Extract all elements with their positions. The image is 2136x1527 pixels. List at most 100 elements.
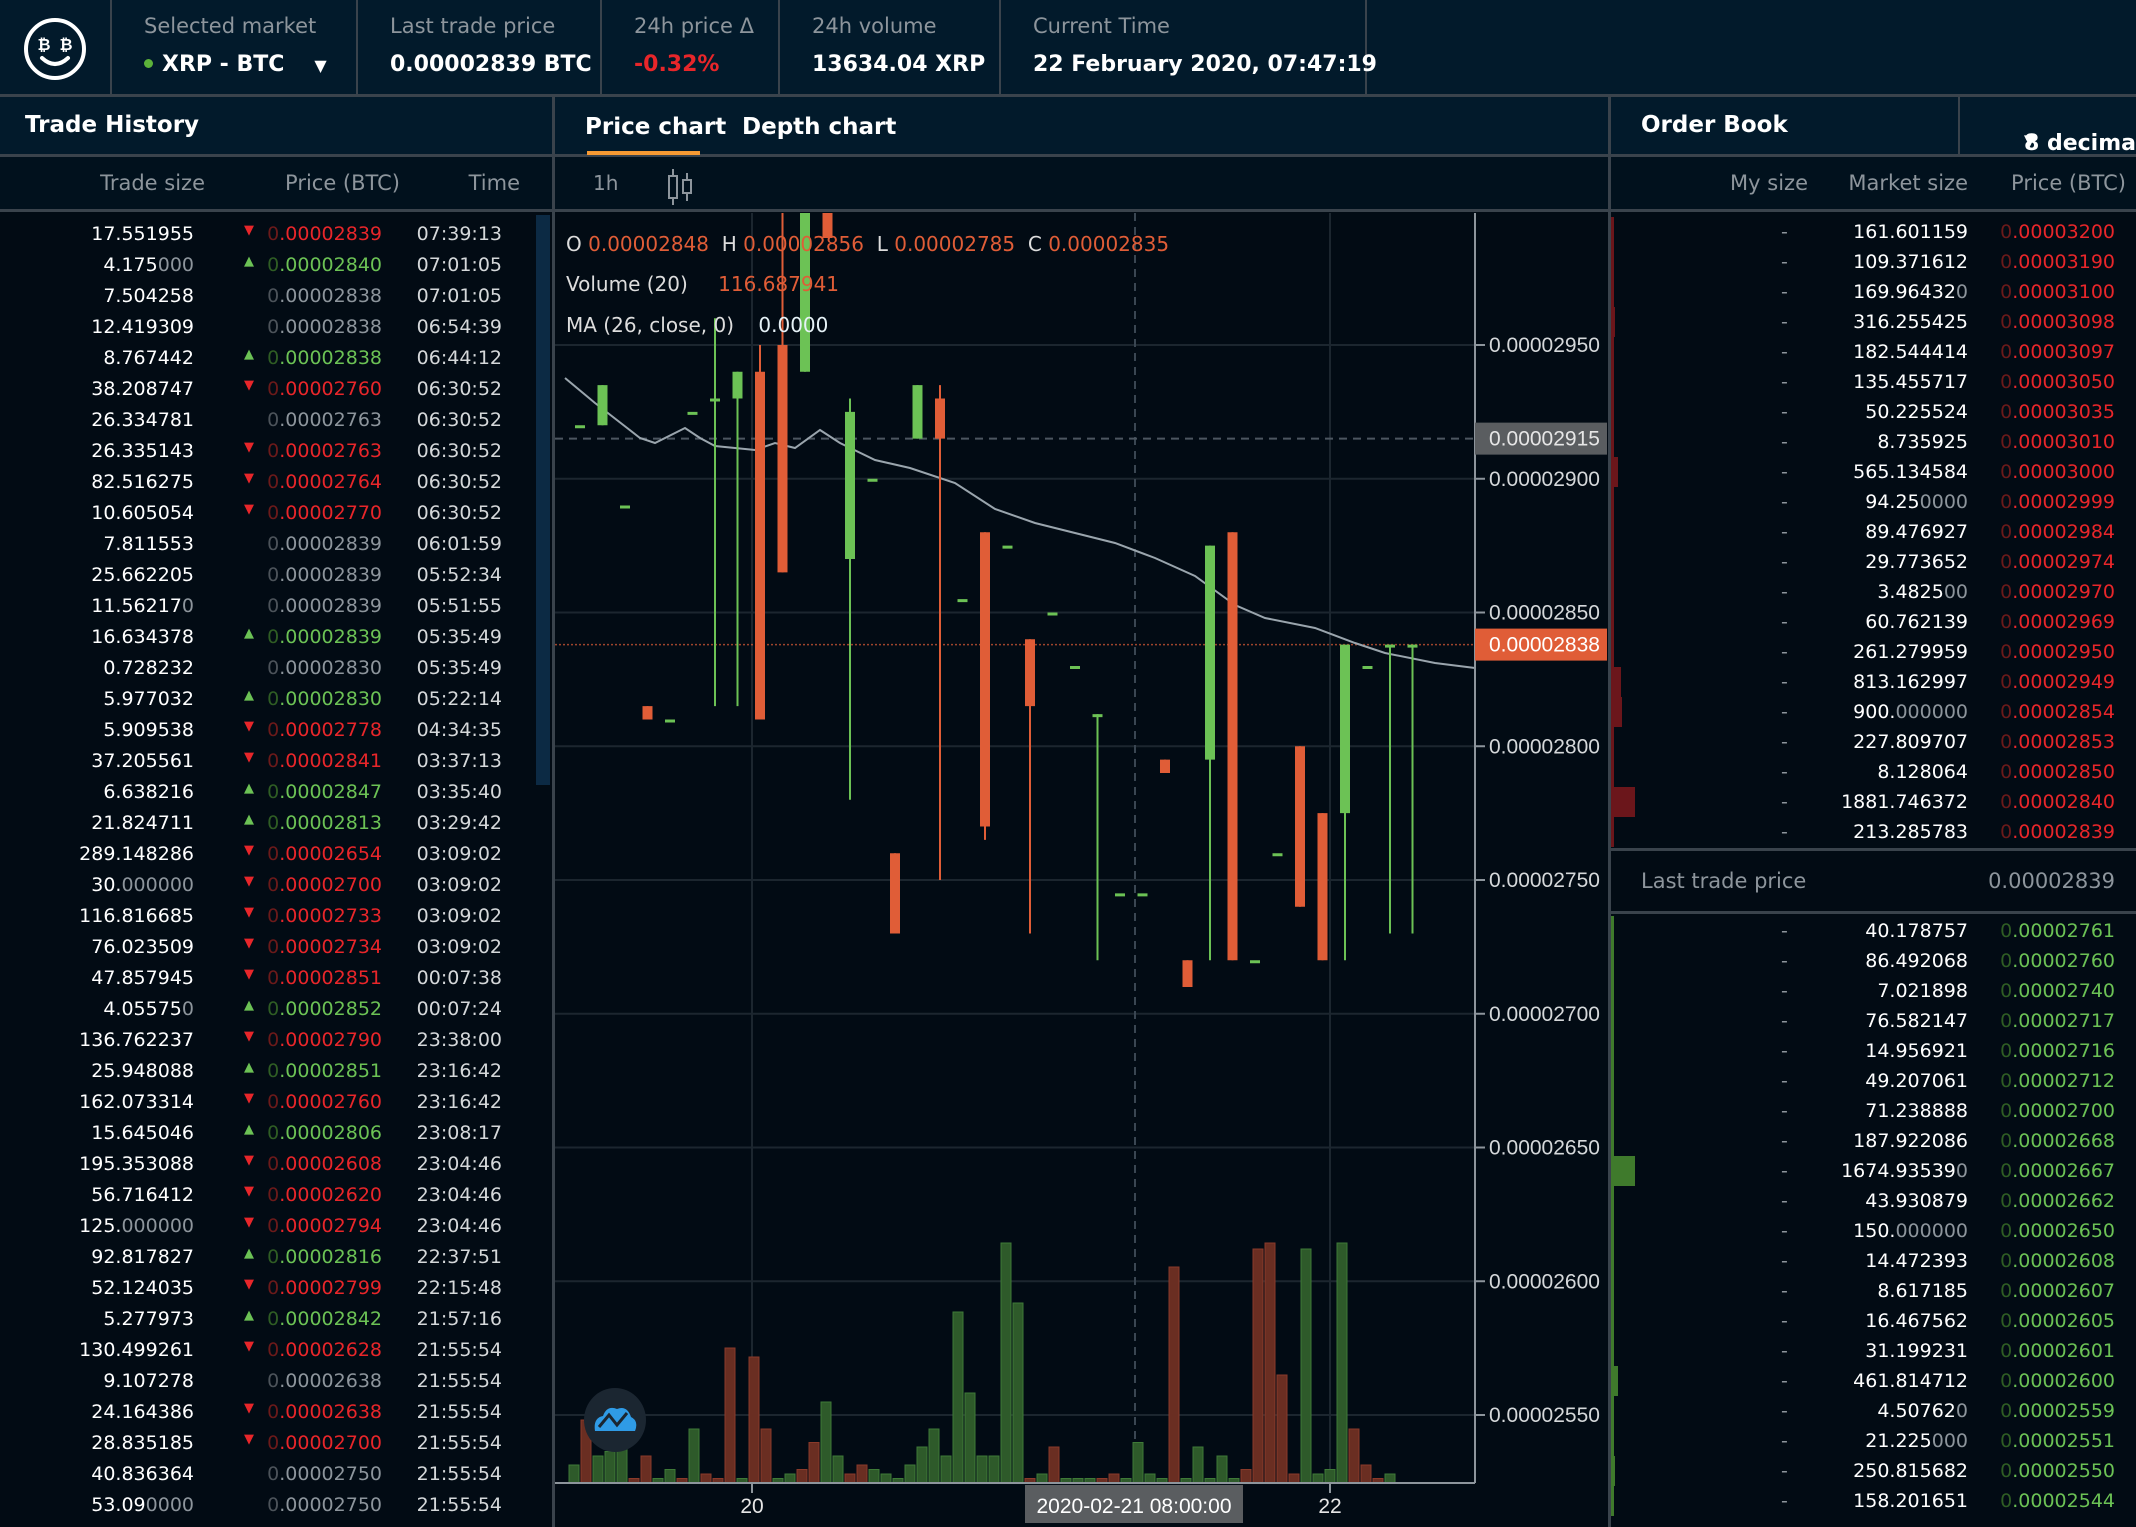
tab-depth-chart[interactable]: Depth chart <box>742 114 896 140</box>
ask-row[interactable]: - 565.134584 0.00003000 <box>1611 457 2136 487</box>
ask-row[interactable]: - 813.162997 0.00002949 <box>1611 667 2136 697</box>
trade-row[interactable]: 6.638216 ▲ 0.00002847 03:35:40 <box>0 777 552 808</box>
trade-row[interactable]: 162.073314 ▼ 0.00002760 23:16:42 <box>0 1087 552 1118</box>
bid-row[interactable]: - 31.199231 0.00002601 <box>1611 1336 2136 1366</box>
trade-row[interactable]: 136.762237 ▼ 0.00002790 23:38:00 <box>0 1025 552 1056</box>
bid-row[interactable]: -1674.935390 0.00002667 <box>1611 1156 2136 1186</box>
trade-row[interactable]: 5.277973 ▲ 0.00002842 21:57:16 <box>0 1304 552 1335</box>
trade-history-scrollbar[interactable] <box>536 215 550 785</box>
logo[interactable]: ₿ ₿ <box>0 0 112 97</box>
ask-row[interactable]: - 109.371612 0.00003190 <box>1611 247 2136 277</box>
trade-row[interactable]: 24.164386 ▼ 0.00002638 21:55:54 <box>0 1397 552 1428</box>
trade-row[interactable]: 26.334781 0.00002763 06:30:52 <box>0 405 552 436</box>
ask-row[interactable]: - 213.285783 0.00002839 <box>1611 817 2136 847</box>
bid-row[interactable]: - 14.472393 0.00002608 <box>1611 1246 2136 1276</box>
trade-row[interactable]: 12.419309 0.00002838 06:54:39 <box>0 312 552 343</box>
trade-row[interactable]: 92.817827 ▲ 0.00002816 22:37:51 <box>0 1242 552 1273</box>
bid-row[interactable]: - 14.956921 0.00002716 <box>1611 1036 2136 1066</box>
trade-row[interactable]: 0.728232 0.00002830 05:35:49 <box>0 653 552 684</box>
trade-row[interactable]: 38.208747 ▼ 0.00002760 06:30:52 <box>0 374 552 405</box>
bid-row[interactable]: - 21.225000 0.00002551 <box>1611 1426 2136 1456</box>
chevron-down-icon[interactable]: ▼ <box>314 56 326 75</box>
trade-row[interactable]: 4.055750 ▲ 0.00002852 00:07:24 <box>0 994 552 1025</box>
bid-row[interactable]: - 71.238888 0.00002700 <box>1611 1096 2136 1126</box>
ask-row[interactable]: - 161.601159 0.00003200 <box>1611 217 2136 247</box>
bid-row[interactable]: - 187.922086 0.00002668 <box>1611 1126 2136 1156</box>
ask-row[interactable]: - 94.250000 0.00002999 <box>1611 487 2136 517</box>
selected-market-selector[interactable]: Selected market XRP - BTC ▼ <box>112 0 358 97</box>
col-time[interactable]: Time <box>469 171 520 195</box>
trade-row[interactable]: 37.205561 ▼ 0.00002841 03:37:13 <box>0 746 552 777</box>
bid-row[interactable]: - 16.467562 0.00002605 <box>1611 1306 2136 1336</box>
trade-row[interactable]: 76.023509 ▼ 0.00002734 03:09:02 <box>0 932 552 963</box>
bid-row[interactable]: - 250.815682 0.00002550 <box>1611 1456 2136 1486</box>
trade-row[interactable]: 7.811553 0.00002839 06:01:59 <box>0 529 552 560</box>
trade-row[interactable]: 5.909538 ▼ 0.00002778 04:34:35 <box>0 715 552 746</box>
bid-row[interactable]: - 40.178757 0.00002761 <box>1611 916 2136 946</box>
ask-row[interactable]: - 29.773652 0.00002974 <box>1611 547 2136 577</box>
col-market-size[interactable]: Market size <box>1848 171 1968 195</box>
trade-row[interactable]: 289.148286 ▼ 0.00002654 03:09:02 <box>0 839 552 870</box>
ask-row[interactable]: - 316.255425 0.00003098 <box>1611 307 2136 337</box>
trade-row[interactable]: 7.504258 0.00002838 07:01:05 <box>0 281 552 312</box>
trade-row[interactable]: 8.767442 ▲ 0.00002838 06:44:12 <box>0 343 552 374</box>
trade-row[interactable]: 9.107278 0.00002638 21:55:54 <box>0 1366 552 1397</box>
trade-row[interactable]: 11.562170 0.00002839 05:51:55 <box>0 591 552 622</box>
trade-row[interactable]: 53.090000 0.00002750 21:55:54 <box>0 1490 552 1521</box>
trade-row[interactable]: 25.662205 0.00002839 05:52:34 <box>0 560 552 591</box>
bid-row[interactable]: - 49.207061 0.00002712 <box>1611 1066 2136 1096</box>
bid-row[interactable]: - 86.492068 0.00002760 <box>1611 946 2136 976</box>
ask-row[interactable]: - 3.482500 0.00002970 <box>1611 577 2136 607</box>
trade-row[interactable]: 125.000000 ▼ 0.00002794 23:04:46 <box>0 1211 552 1242</box>
ask-row[interactable]: - 1881.746372 0.00002840 <box>1611 787 2136 817</box>
bid-row[interactable]: - 158.201651 0.00002544 <box>1611 1486 2136 1516</box>
trade-row[interactable]: 4.175000 ▲ 0.00002840 07:01:05 <box>0 250 552 281</box>
ask-row[interactable]: - 135.455717 0.00003050 <box>1611 367 2136 397</box>
ask-row[interactable]: - 8.735925 0.00003010 <box>1611 427 2136 457</box>
trade-row[interactable]: 17.551955 ▼ 0.00002839 07:39:13 <box>0 219 552 250</box>
ask-row[interactable]: - 50.225524 0.00003035 <box>1611 397 2136 427</box>
col-my-size[interactable]: My size <box>1730 171 1808 195</box>
bid-row[interactable]: - 43.930879 0.00002662 <box>1611 1186 2136 1216</box>
bid-row[interactable]: - 150.000000 0.00002650 <box>1611 1216 2136 1246</box>
col-price[interactable]: Price (BTC) <box>285 171 400 195</box>
trade-row[interactable]: 25.948088 ▲ 0.00002851 23:16:42 <box>0 1056 552 1087</box>
trade-row[interactable]: 15.645046 ▲ 0.00002806 23:08:17 <box>0 1118 552 1149</box>
trade-row[interactable]: 195.353088 ▼ 0.00002608 23:04:46 <box>0 1149 552 1180</box>
ask-row[interactable]: - 900.000000 0.00002854 <box>1611 697 2136 727</box>
ask-row[interactable]: - 261.279959 0.00002950 <box>1611 637 2136 667</box>
col-ob-price[interactable]: Price (BTC) <box>2011 171 2126 195</box>
tab-price-chart[interactable]: Price chart <box>585 114 726 140</box>
trade-row[interactable]: 82.516275 ▼ 0.00002764 06:30:52 <box>0 467 552 498</box>
interval-selector[interactable]: 1h <box>593 171 618 195</box>
volume-bar-up <box>1336 1242 1348 1484</box>
trade-row[interactable]: 10.605054 ▼ 0.00002770 06:30:52 <box>0 498 552 529</box>
trade-row[interactable]: 26.335143 ▼ 0.00002763 06:30:52 <box>0 436 552 467</box>
ask-row[interactable]: - 227.809707 0.00002853 <box>1611 727 2136 757</box>
trade-row[interactable]: 21.824711 ▲ 0.00002813 03:29:42 <box>0 808 552 839</box>
bid-row[interactable]: - 461.814712 0.00002600 <box>1611 1366 2136 1396</box>
ask-row[interactable]: -169.964320 0.00003100 <box>1611 277 2136 307</box>
bid-row[interactable]: -4.507620 0.00002559 <box>1611 1396 2136 1426</box>
trade-row[interactable]: 56.716412 ▼ 0.00002620 23:04:46 <box>0 1180 552 1211</box>
trade-row[interactable]: 52.124035 ▼ 0.00002799 22:15:48 <box>0 1273 552 1304</box>
price-chart[interactable]: 0.00002950 0.00002900 0.00002850 0.00002800… <box>555 213 1608 1527</box>
bid-row[interactable]: - 8.617185 0.00002607 <box>1611 1276 2136 1306</box>
bid-row[interactable]: - 7.021898 0.00002740 <box>1611 976 2136 1006</box>
trade-row[interactable]: 40.836364 0.00002750 21:55:54 <box>0 1459 552 1490</box>
trade-row[interactable]: 47.857945 ▼ 0.00002851 00:07:38 <box>0 963 552 994</box>
trade-row[interactable]: 30.000000 ▼ 0.00002700 03:09:02 <box>0 870 552 901</box>
bid-row[interactable]: - 76.582147 0.00002717 <box>1611 1006 2136 1036</box>
trade-row[interactable]: 5.977032 ▲ 0.00002830 05:22:14 <box>0 684 552 715</box>
col-trade-size[interactable]: Trade size <box>100 171 205 195</box>
ask-row[interactable]: - 60.762139 0.00002969 <box>1611 607 2136 637</box>
candlestick-type-icon[interactable] <box>665 167 695 207</box>
ask-row[interactable]: - 8.128064 0.00002850 <box>1611 757 2136 787</box>
decimals-dropdown[interactable]: 8 decimals ▼ <box>1958 97 2136 157</box>
trade-row[interactable]: 116.816685 ▼ 0.00002733 03:09:02 <box>0 901 552 932</box>
trade-row[interactable]: 16.634378 ▲ 0.00002839 05:35:49 <box>0 622 552 653</box>
trade-row[interactable]: 28.835185 ▼ 0.00002700 21:55:54 <box>0 1428 552 1459</box>
trade-row[interactable]: 130.499261 ▼ 0.00002628 21:55:54 <box>0 1335 552 1366</box>
ask-row[interactable]: - 182.544414 0.00003097 <box>1611 337 2136 367</box>
ask-row[interactable]: - 89.476927 0.00002984 <box>1611 517 2136 547</box>
